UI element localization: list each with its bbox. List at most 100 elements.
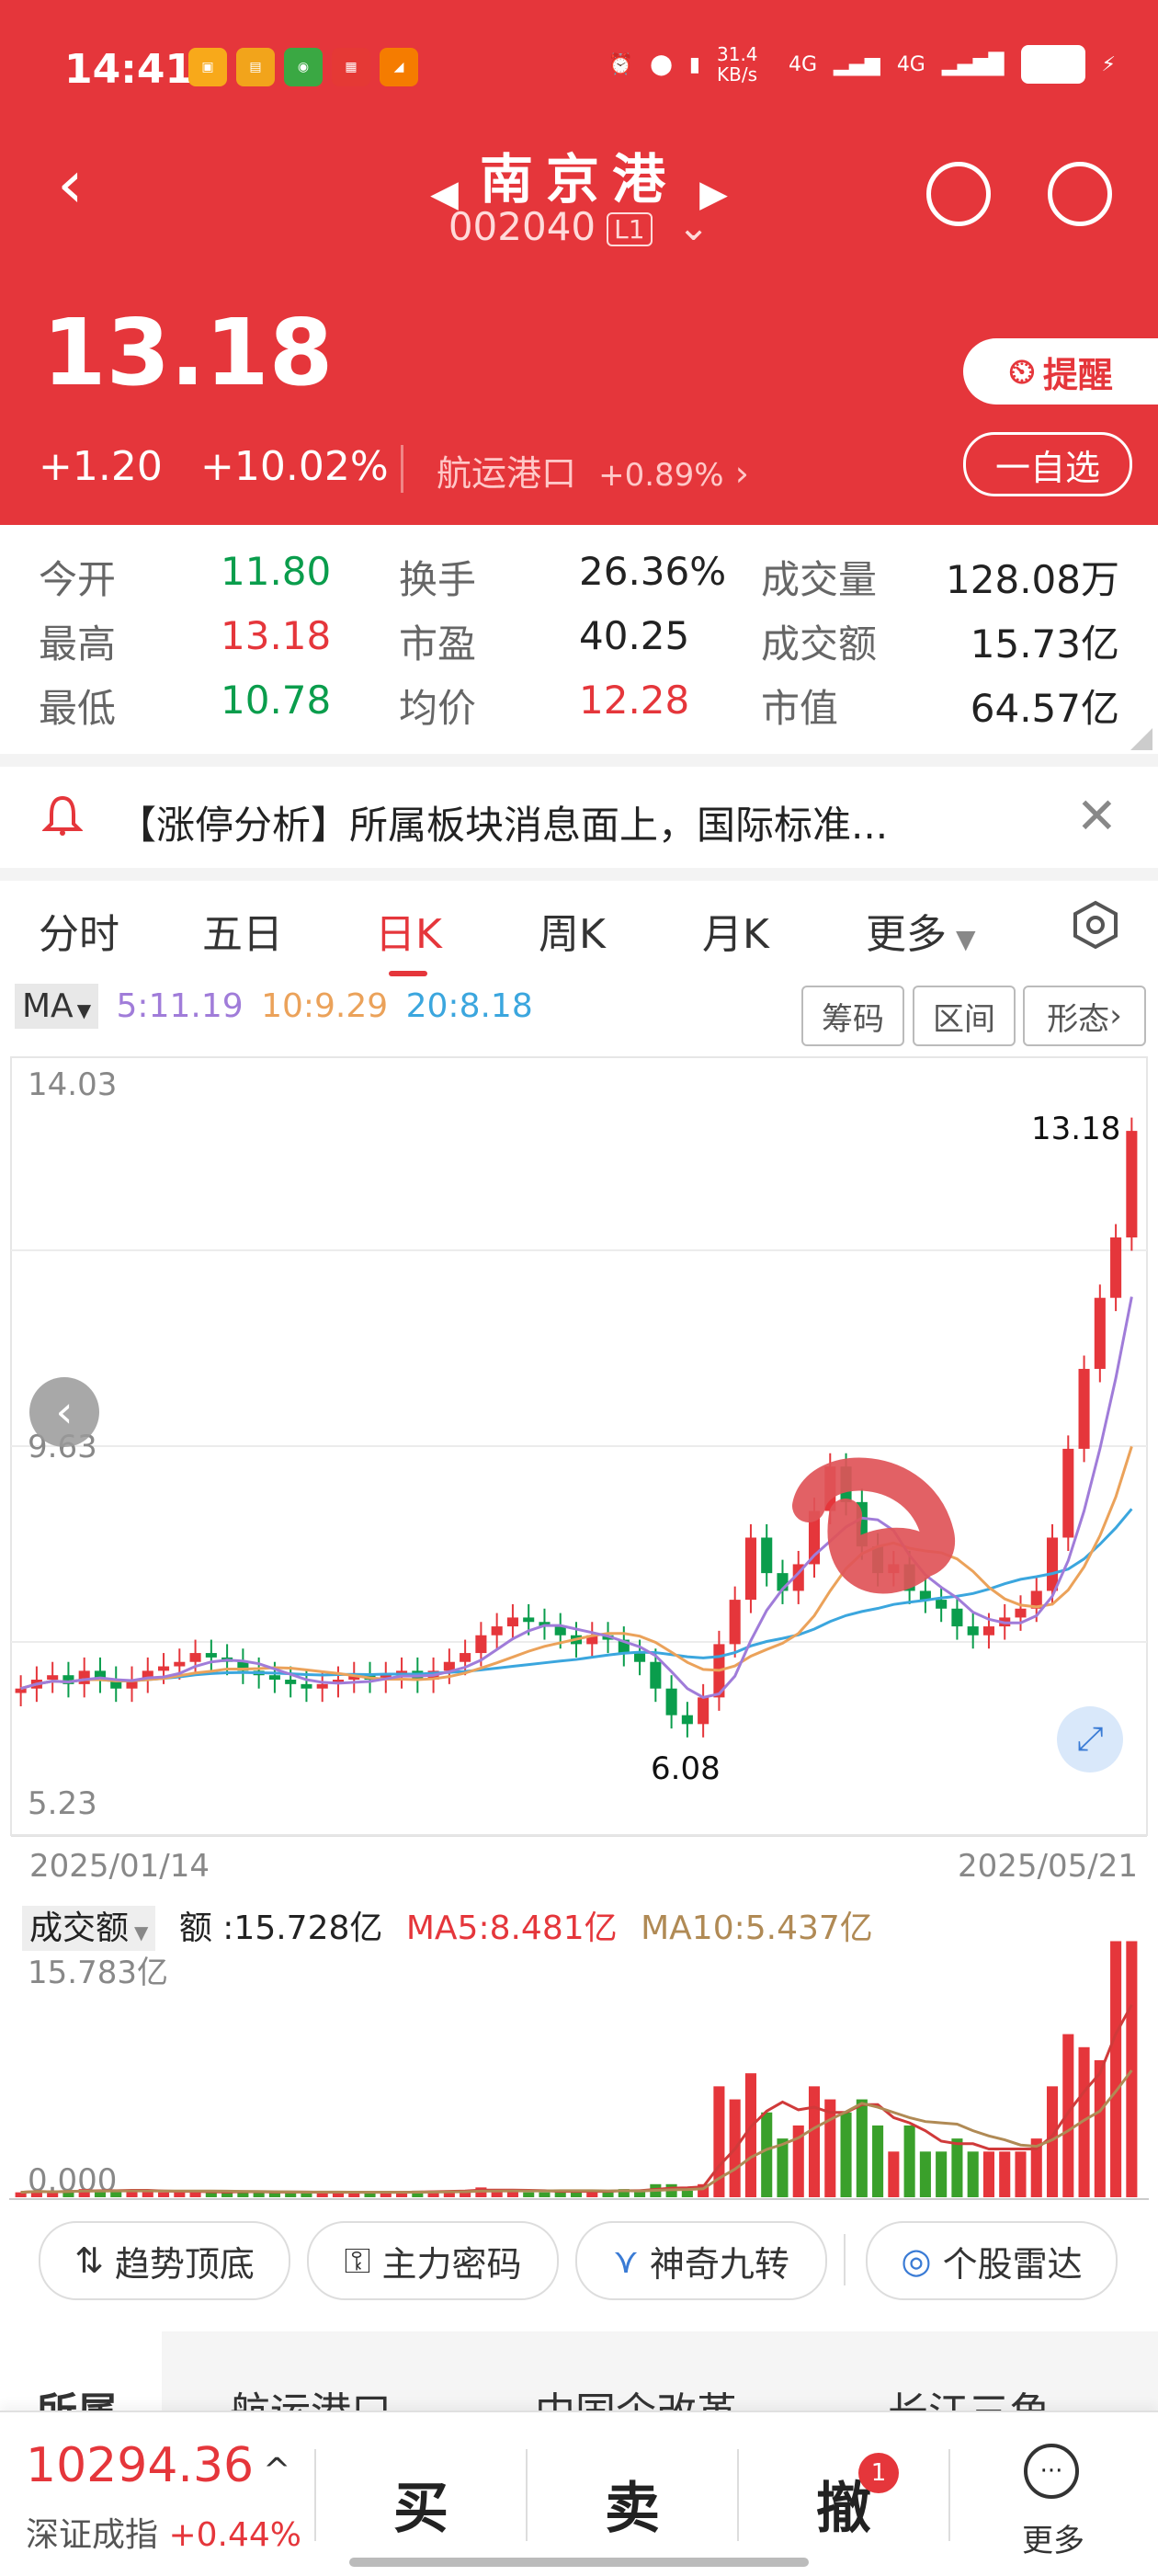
- candle-body: [1094, 1297, 1106, 1369]
- ma-selector[interactable]: MA ▼: [15, 984, 99, 1029]
- news-banner[interactable]: 【涨停分析】所属板块消息面上，国际标准... ✕: [0, 754, 1158, 881]
- chips-button[interactable]: 筹码: [801, 986, 904, 1046]
- stat-label: 市值: [761, 686, 839, 731]
- fullscreen-button[interactable]: ⤢: [1057, 1706, 1123, 1772]
- period-tabs: 分时 五日 日K 周K 月K 更多 ▼: [0, 873, 1158, 976]
- candle-body: [936, 1600, 948, 1609]
- nodes-icon: ⋎: [613, 2240, 639, 2281]
- news-text: 【涨停分析】所属板块消息面上，国际标准...: [118, 803, 889, 848]
- candle-body: [1126, 1131, 1138, 1238]
- active-tab-underline: [389, 971, 427, 976]
- candle-body: [967, 1626, 979, 1636]
- toutiao-icon: ▦: [332, 48, 370, 86]
- stock-name: 南京港: [479, 148, 678, 211]
- candle-body: [744, 1537, 756, 1601]
- volume-ma10-line: [20, 2069, 1133, 2194]
- stat-label: 今开: [39, 557, 117, 602]
- pattern-button[interactable]: 形态 ›: [1023, 986, 1146, 1046]
- volume-bar: [539, 2192, 551, 2197]
- candle-body: [78, 1670, 90, 1684]
- tab-more[interactable]: 更多 ▼: [866, 901, 976, 960]
- notification-badge: 1: [858, 2453, 899, 2493]
- vibrate-icon: ▮: [688, 52, 700, 76]
- add-favorite-button[interactable]: 一自选: [963, 432, 1132, 496]
- more-label[interactable]: 更多: [1022, 2515, 1084, 2560]
- magic-nine-button[interactable]: ⋎ 神奇九转: [575, 2221, 827, 2300]
- buy-button[interactable]: 买: [393, 2464, 448, 2544]
- concept-tab-yangtze[interactable]: 长江三角: [888, 2379, 1050, 2414]
- candle-body: [523, 1617, 535, 1623]
- app-icon: ▤: [236, 48, 275, 86]
- date-end-label: 2025/05/21: [958, 1848, 1138, 1885]
- candle-body: [47, 1675, 59, 1681]
- volume-bar: [936, 2151, 948, 2197]
- index-value-text: 10294.36: [26, 2438, 255, 2493]
- settings-hexagon-icon[interactable]: [1070, 899, 1121, 951]
- tool-label: 主力密码: [381, 2243, 522, 2285]
- index-value[interactable]: 10294.36 ^: [26, 2438, 290, 2493]
- tab-monthly-k[interactable]: 月K: [702, 901, 769, 960]
- volume-bar: [1015, 2151, 1027, 2197]
- remind-button[interactable]: ⏲ 提醒: [963, 338, 1158, 405]
- candle-body: [681, 1715, 693, 1725]
- concept-tab-shipping[interactable]: 航运港口: [230, 2379, 392, 2414]
- expand-corner-icon[interactable]: [1130, 728, 1152, 750]
- stat-label: 成交额: [761, 621, 878, 667]
- ma-row: MA ▼ 5:11.19 10:9.29 20:8.18: [15, 984, 533, 1029]
- refresh-icon[interactable]: [926, 162, 991, 226]
- kline-chart[interactable]: 14.03 9.63 5.23 13.18 6.08 2025/01/14 20…: [9, 1055, 1149, 1885]
- tab-five-day[interactable]: 五日: [202, 901, 283, 960]
- chevron-up-icon: ^: [263, 2452, 291, 2490]
- wechat-icon: ◉: [284, 48, 323, 86]
- divider: [844, 2234, 846, 2285]
- index-info: 深证成指 +0.44%: [26, 2508, 301, 2556]
- candle-body: [157, 1666, 170, 1671]
- volume-bar: [744, 2073, 756, 2197]
- current-price: 13.18: [42, 299, 334, 406]
- tab-weekly-k[interactable]: 周K: [539, 901, 606, 960]
- divider: [401, 445, 403, 493]
- signal-icon: ▂▄▆: [834, 52, 880, 76]
- quote-header: 14:41 ▣ ▤ ◉ ▦ ◢ ⏰ ⬤ ▮ 31.4 KB/s 4G ▂▄▆ 4…: [0, 0, 1158, 525]
- volume-bar: [761, 2112, 773, 2197]
- sell-button[interactable]: 卖: [605, 2464, 660, 2544]
- chevron-left-icon: ‹: [55, 1386, 74, 1438]
- volume-bar: [919, 2151, 931, 2197]
- candle-body: [189, 1653, 201, 1662]
- volume-bar: [856, 2099, 868, 2197]
- volume-bar: [523, 2192, 535, 2197]
- tab-daily-k[interactable]: 日K: [375, 901, 442, 960]
- concept-tab-belong[interactable]: 所属: [37, 2379, 118, 2414]
- scroll-left-button[interactable]: ‹: [29, 1377, 99, 1447]
- search-icon[interactable]: [1048, 162, 1112, 226]
- candle-body: [301, 1683, 312, 1689]
- ma10-value: 10:9.29: [261, 987, 389, 1025]
- candle-body: [285, 1680, 297, 1684]
- volume-bar: [1110, 1941, 1122, 2197]
- tab-intraday[interactable]: 分时: [39, 901, 119, 960]
- volume-bar: [1062, 2034, 1074, 2197]
- radar-icon: ◎: [901, 2240, 932, 2281]
- volume-bar: [903, 2125, 915, 2197]
- sector-link[interactable]: 航运港口 +0.89% ›: [437, 445, 749, 496]
- main-force-code-button[interactable]: ⚿ 主力密码: [307, 2221, 559, 2300]
- candle-body: [15, 1688, 27, 1693]
- volume-bar: [1094, 2059, 1106, 2197]
- stat-value: 128.08万: [946, 557, 1119, 602]
- more-dots-icon[interactable]: ···: [1024, 2444, 1079, 2499]
- stat-label: 最高: [39, 621, 117, 667]
- trend-top-bottom-button[interactable]: ⇅ 趋势顶底: [39, 2221, 290, 2300]
- stock-radar-button[interactable]: ◎ 个股雷达: [866, 2221, 1118, 2300]
- volume-bar: [888, 2151, 900, 2197]
- close-icon[interactable]: ✕: [1076, 787, 1118, 845]
- caret-down-icon: ▼: [76, 999, 92, 1021]
- tool-label: 个股雷达: [942, 2243, 1083, 2285]
- range-button[interactable]: 区间: [913, 986, 1016, 1046]
- candle-body: [316, 1683, 328, 1689]
- concept-tab-soe-reform[interactable]: 中国企改革: [535, 2379, 737, 2414]
- tab-more-label: 更多: [866, 911, 947, 958]
- volume-bar: [777, 2138, 789, 2197]
- tool-label: 趋势顶底: [114, 2243, 255, 2285]
- tool-label: 神奇九转: [649, 2243, 789, 2285]
- y-max-label: 14.03: [28, 1066, 118, 1103]
